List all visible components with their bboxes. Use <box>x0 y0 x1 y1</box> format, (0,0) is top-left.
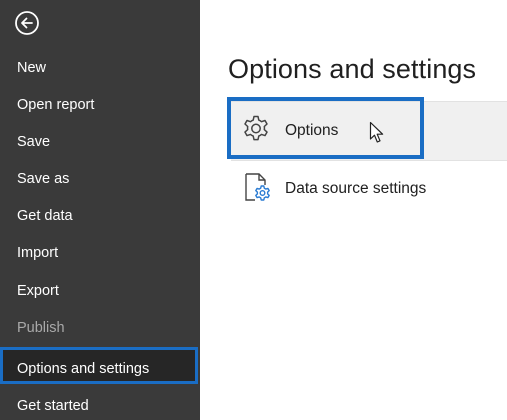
options-label: Options <box>285 122 339 139</box>
sidebar-item-options-and-settings[interactable]: Options and settings <box>0 347 198 384</box>
mouse-pointer-icon <box>369 121 385 145</box>
sidebar-item-get-data[interactable]: Get data <box>17 206 73 226</box>
sidebar-item-open-report[interactable]: Open report <box>17 95 94 115</box>
sidebar: New Open report Save Save as Get data Im… <box>0 0 200 420</box>
sidebar-item-label: Options and settings <box>17 361 150 377</box>
sidebar-item-new[interactable]: New <box>17 58 46 78</box>
document-gear-icon <box>242 172 272 202</box>
data-source-settings-button[interactable]: Data source settings <box>234 166 494 210</box>
sidebar-item-publish: Publish <box>17 320 65 336</box>
sidebar-item-export[interactable]: Export <box>17 281 59 301</box>
sidebar-item-save[interactable]: Save <box>17 132 50 152</box>
options-button[interactable]: Options <box>234 104 420 154</box>
back-arrow-icon[interactable] <box>14 10 40 36</box>
sidebar-item-save-as[interactable]: Save as <box>17 169 69 189</box>
gear-icon <box>241 114 271 144</box>
data-source-settings-label: Data source settings <box>285 180 427 197</box>
page-title: Options and settings <box>228 54 477 84</box>
main-panel: Options and settings Options Data source… <box>200 0 507 420</box>
sidebar-item-import[interactable]: Import <box>17 243 58 263</box>
sidebar-item-get-started[interactable]: Get started <box>17 396 89 416</box>
